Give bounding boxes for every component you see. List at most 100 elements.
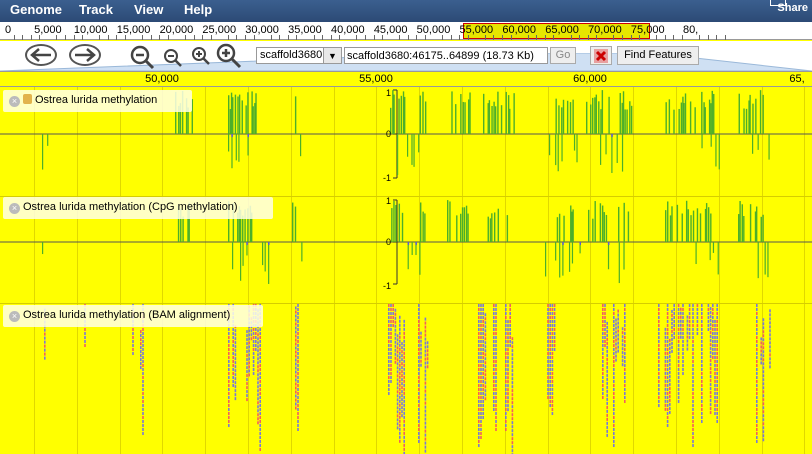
alignment-read-segment [418, 416, 420, 419]
alignment-read-segment [484, 365, 487, 369]
alignment-read-segment [297, 360, 299, 363]
alignment-read-segment [403, 443, 405, 447]
alignment-read-segment [388, 372, 390, 375]
alignment-read-segment [756, 328, 758, 331]
track-area[interactable]: 1 0 -1 1 0 -1 × Ostrea lurida methylation… [0, 87, 812, 454]
alignment-read-segment [399, 395, 401, 399]
overview-ruler[interactable]: 0 5,000 10,000 15,000 20,000 25,000 30,000 35,0… [0, 22, 812, 40]
alignment-read-segment [677, 360, 680, 363]
alignment-read-segment [606, 401, 608, 405]
alignment-read-segment [551, 400, 554, 403]
alignment-read-segment [234, 397, 237, 401]
alignment-read-segment [480, 388, 482, 391]
alignment-read-segment [756, 436, 758, 439]
alignment-read-segment [624, 380, 626, 383]
alignment-read-segment [760, 361, 762, 365]
track-label-methylation[interactable]: × Ostrea lurida methylation [3, 90, 192, 112]
zoom-in-more-icon[interactable] [215, 42, 243, 70]
alignment-read-segment [396, 386, 399, 390]
alignment-read-segment [604, 344, 606, 347]
detail-scale-bar: 50,000 55,000 60,000 65, [0, 71, 812, 87]
alignment-read-segment [259, 444, 261, 447]
alignment-read-segment [547, 304, 549, 307]
alignment-read-segment [769, 345, 771, 349]
pan-left-button[interactable] [25, 44, 57, 66]
methylation-marker [415, 242, 417, 245]
alignment-read-segment [549, 352, 551, 355]
menu-view[interactable]: View [134, 2, 163, 17]
close-track-icon[interactable]: × [9, 311, 20, 322]
close-track-icon[interactable]: × [9, 96, 20, 107]
find-features-button[interactable]: Find Features [617, 46, 699, 65]
zoom-in-icon[interactable] [191, 46, 211, 66]
alignment-read-segment [551, 360, 554, 363]
methylation-bar-up [621, 102, 623, 134]
alignment-read-segment [259, 336, 261, 339]
alignment-read-segment [615, 322, 617, 326]
alignment-read-segment [394, 352, 397, 356]
alignment-read-segment [547, 392, 549, 395]
menu-genome[interactable]: Genome [10, 2, 62, 17]
alignment-read-segment [714, 359, 716, 363]
alignment-read-segment [495, 344, 497, 347]
close-track-icon[interactable]: × [9, 203, 20, 214]
alignment-read-segment [420, 363, 422, 367]
alignment-read-segment [602, 324, 604, 327]
alignment-read-segment [613, 360, 615, 363]
alignment-read-segment [673, 308, 675, 311]
menu-track[interactable]: Track [79, 2, 113, 17]
alignment-read-segment [760, 353, 762, 357]
alignment-read-segment [478, 404, 480, 407]
alignment-read-segment [664, 371, 667, 375]
methylation-bar-up [420, 202, 422, 242]
alignment-read-segment [228, 408, 230, 411]
alignment-read-segment [701, 380, 703, 383]
alignment-read-segment [511, 413, 514, 417]
alignment-read-segment [553, 332, 556, 335]
track-label-bam-alignment[interactable]: × Ostrea lurida methylation (BAM alignmen… [3, 305, 263, 327]
alignment-read-segment [252, 340, 255, 343]
methylation-bar-down [555, 134, 557, 166]
alignment-read-segment [507, 376, 509, 380]
alignment-read-segment [505, 316, 507, 319]
zoom-out-more-icon[interactable] [129, 44, 155, 70]
alignment-read-segment [669, 366, 671, 370]
location-input[interactable] [344, 47, 548, 64]
zoom-out-icon[interactable] [163, 48, 183, 68]
alignment-read-segment [418, 368, 420, 371]
alignment-read-segment [624, 336, 626, 339]
alignment-read-segment [551, 328, 554, 331]
alignment-read-segment [44, 352, 46, 356]
alignment-read-segment [232, 368, 234, 371]
alignment-read-segment [295, 342, 297, 346]
menu-help[interactable]: Help [184, 2, 212, 17]
alignment-read-segment [478, 384, 480, 387]
alignment-read-segment [396, 362, 399, 366]
alignment-read-segment [664, 331, 667, 335]
alignment-read-segment [482, 408, 484, 411]
alignment-read-segment [228, 368, 230, 371]
alignment-read-segment [295, 314, 297, 318]
methylation-bar-up [497, 208, 500, 242]
alignment-read-segment [228, 336, 230, 339]
clear-highlight-button[interactable] [590, 46, 612, 65]
share-button[interactable]: Share [762, 0, 812, 16]
go-button[interactable]: Go [550, 47, 576, 64]
alignment-read-segment [259, 372, 261, 375]
overview-tick-label: 5,000 [34, 24, 62, 36]
alignment-read-segment [547, 384, 549, 387]
alignment-read-segment [511, 397, 514, 401]
alignment-read-segment [696, 328, 699, 331]
methylation-marker [231, 134, 233, 137]
alignment-read-segment [709, 355, 712, 359]
alignment-read-segment [664, 335, 667, 339]
alignment-read-segment [709, 339, 712, 343]
reference-sequence-select[interactable]: scaffold3680 ▼ [256, 47, 342, 64]
alignment-read-segment [248, 333, 250, 337]
alignment-read-segment [505, 388, 507, 391]
alignment-read-segment [716, 400, 718, 403]
pan-right-button[interactable] [69, 44, 101, 66]
alignment-read-segment [259, 388, 261, 391]
alignment-read-segment [762, 438, 765, 442]
track-label-cpg-methylation[interactable]: × Ostrea lurida methylation (CpG methylat… [3, 197, 273, 219]
